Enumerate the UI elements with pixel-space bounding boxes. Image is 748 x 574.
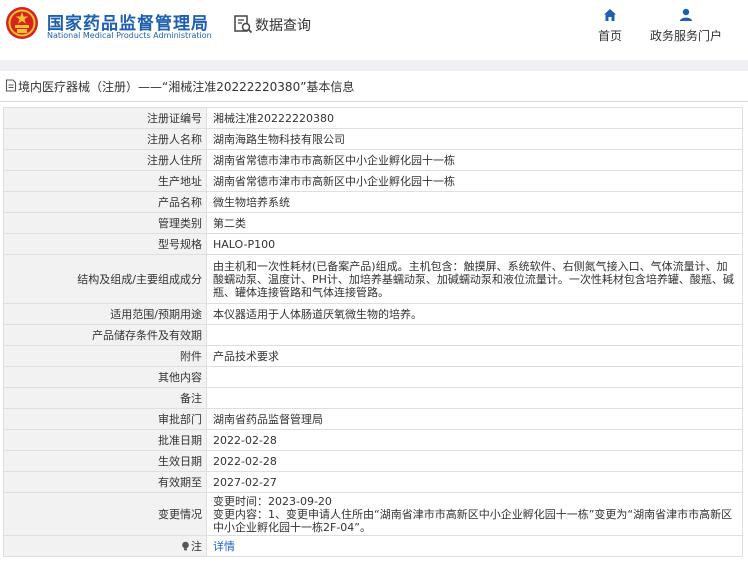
table-row: 注册证编号 湘械注准20222220380 bbox=[3, 107, 743, 129]
row-value: 2022-02-28 bbox=[206, 429, 743, 451]
row-key: 生效日期 bbox=[3, 450, 207, 472]
nav-service-label: 政务服务门户 bbox=[649, 29, 722, 43]
row-key: 型号规格 bbox=[3, 233, 207, 255]
document-icon bbox=[5, 79, 17, 92]
lightbulb-icon bbox=[182, 541, 189, 551]
row-key: 结构及组成/主要组成成分 bbox=[3, 254, 207, 304]
table-row: 批准日期 2022-02-28 bbox=[3, 429, 743, 451]
nav-service-portal[interactable]: 政务服务门户 bbox=[648, 8, 724, 44]
note-key-label: 注 bbox=[191, 540, 202, 553]
row-value: 本仪器适用于人体肠道厌氧微生物的培养。 bbox=[206, 303, 743, 325]
table-row: 注册人住所 湖南省常德市津市市高新区中小企业孵化园十一栋 bbox=[3, 149, 743, 171]
table-row: 附件 产品技术要求 bbox=[3, 345, 743, 367]
row-value: 2022-02-28 bbox=[206, 450, 743, 472]
row-value: 湖南省药品监督管理局 bbox=[206, 408, 743, 430]
data-query-label: 数据查询 bbox=[255, 18, 311, 34]
table-row: 产品名称 微生物培养系统 bbox=[3, 191, 743, 213]
header-divider bbox=[0, 60, 748, 71]
breadcrumb-text: 境内医疗器械（注册）——“湘械注准20222220380”基本信息 bbox=[18, 80, 355, 94]
table-row: 生产地址 湖南省常德市津市市高新区中小企业孵化园十一栋 bbox=[3, 170, 743, 192]
row-key: 注册证编号 bbox=[3, 107, 207, 129]
table-row: 适用范围/预期用途 本仪器适用于人体肠道厌氧微生物的培养。 bbox=[3, 303, 743, 325]
note-value: 详情 bbox=[206, 535, 743, 557]
row-key: 审批部门 bbox=[3, 408, 207, 430]
row-key: 产品储存条件及有效期 bbox=[3, 324, 207, 346]
row-value: 2027-02-27 bbox=[206, 471, 743, 493]
row-value: 湖南海路生物科技有限公司 bbox=[206, 128, 743, 150]
breadcrumb: 境内医疗器械（注册）——“湘械注准20222220380”基本信息 bbox=[0, 71, 748, 102]
row-value: 微生物培养系统 bbox=[206, 191, 743, 213]
table-row: 变更情况 变更时间：2023-09-20 变更内容：1、变更申请人住所由“湖南省津… bbox=[3, 492, 743, 536]
table-row: 备注 bbox=[3, 387, 743, 409]
table-row: 注 详情 bbox=[3, 535, 743, 557]
row-value: 湖南省常德市津市市高新区中小企业孵化园十一栋 bbox=[206, 170, 743, 192]
details-link[interactable]: 详情 bbox=[213, 540, 235, 553]
row-value: HALO-P100 bbox=[206, 233, 743, 255]
table-row: 生效日期 2022-02-28 bbox=[3, 450, 743, 472]
row-value: 湘械注准20222220380 bbox=[206, 107, 743, 129]
row-value bbox=[206, 366, 743, 388]
row-key: 生产地址 bbox=[3, 170, 207, 192]
nav-home-label: 首页 bbox=[597, 29, 622, 43]
nav-home[interactable]: 首页 bbox=[596, 8, 624, 44]
note-key: 注 bbox=[3, 535, 207, 557]
row-key: 附件 bbox=[3, 345, 207, 367]
row-key: 其他内容 bbox=[3, 366, 207, 388]
table-row: 产品储存条件及有效期 bbox=[3, 324, 743, 346]
row-key: 注册人住所 bbox=[3, 149, 207, 171]
table-row: 审批部门 湖南省药品监督管理局 bbox=[3, 408, 743, 430]
table-row: 管理类别 第二类 bbox=[3, 212, 743, 234]
row-key: 产品名称 bbox=[3, 191, 207, 213]
row-value: 由主机和一次性耗材(已备案产品)组成。主机包含：触摸屏、系统软件、右侧氮气接入口… bbox=[206, 254, 743, 304]
home-icon bbox=[604, 9, 616, 21]
row-key: 变更情况 bbox=[3, 492, 207, 536]
table-row: 其他内容 bbox=[3, 366, 743, 388]
row-key: 有效期至 bbox=[3, 471, 207, 493]
site-logo-subtitle: National Medical Products Administration bbox=[47, 31, 212, 40]
row-value bbox=[206, 387, 743, 409]
user-icon bbox=[680, 8, 692, 21]
data-query-icon bbox=[234, 15, 253, 34]
table-row: 型号规格 HALO-P100 bbox=[3, 233, 743, 255]
table-row: 有效期至 2027-02-27 bbox=[3, 471, 743, 493]
row-value: 产品技术要求 bbox=[206, 345, 743, 367]
row-value: 湖南省常德市津市市高新区中小企业孵化园十一栋 bbox=[206, 149, 743, 171]
table-row: 注册人名称 湖南海路生物科技有限公司 bbox=[3, 128, 743, 150]
row-key: 备注 bbox=[3, 387, 207, 409]
device-info-table: 注册证编号 湘械注准20222220380 注册人名称 湖南海路生物科技有限公司 注… bbox=[3, 107, 743, 557]
row-value bbox=[206, 324, 743, 346]
row-key: 管理类别 bbox=[3, 212, 207, 234]
row-value: 第二类 bbox=[206, 212, 743, 234]
change-record-value: 变更时间：2023-09-20 变更内容：1、变更申请人住所由“湖南省津市市高新… bbox=[206, 492, 743, 536]
national-emblem-icon bbox=[6, 7, 38, 39]
table-row: 结构及组成/主要组成成分 由主机和一次性耗材(已备案产品)组成。主机包含：触摸屏、… bbox=[3, 254, 743, 304]
site-header: 国家药品监督管理局 National Medical Products Admi… bbox=[0, 0, 748, 60]
row-key: 批准日期 bbox=[3, 429, 207, 451]
row-key: 适用范围/预期用途 bbox=[3, 303, 207, 325]
row-key: 注册人名称 bbox=[3, 128, 207, 150]
